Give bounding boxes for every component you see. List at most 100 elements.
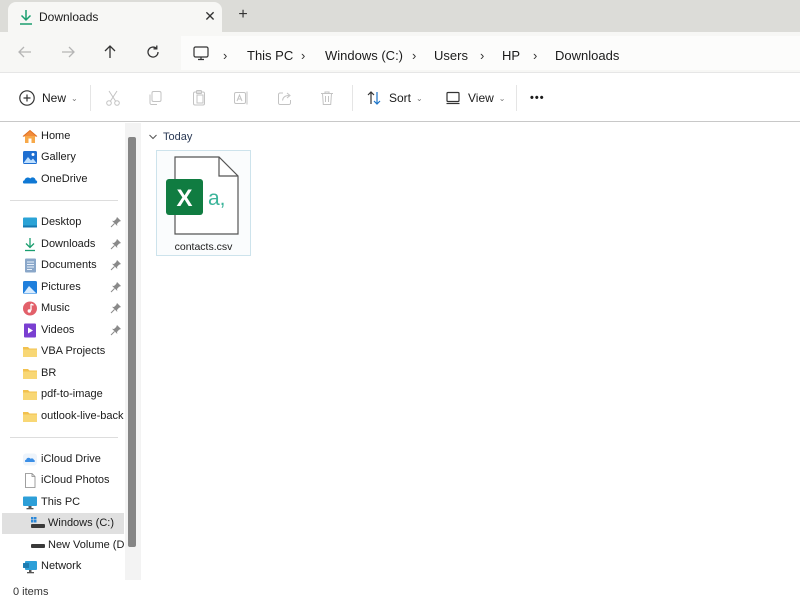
network-icon <box>22 559 38 574</box>
pin-icon[interactable] <box>110 216 122 228</box>
breadcrumb-downloads[interactable]: Downloads <box>555 48 619 63</box>
share-icon <box>278 92 291 105</box>
sidebar-item-windows-c[interactable]: Windows (C:) <box>2 513 124 534</box>
copy-button[interactable] <box>146 87 164 109</box>
close-tab-button[interactable]: ✕ <box>201 7 219 25</box>
file-item-contacts-csv[interactable]: X a, contacts.csv <box>156 150 251 256</box>
sidebar-item-pdf-to-image[interactable]: pdf-to-image <box>2 384 124 405</box>
sidebar-item-downloads[interactable]: Downloads <box>2 234 124 255</box>
tab-downloads[interactable]: Downloads ✕ <box>8 2 222 34</box>
up-button[interactable] <box>100 42 120 62</box>
scissors-icon <box>106 90 120 106</box>
more-options-button[interactable]: ••• <box>530 87 545 109</box>
breadcrumb-this-pc[interactable]: This PC <box>247 48 293 63</box>
divider <box>516 85 517 111</box>
sidebar-item-documents[interactable]: Documents <box>2 255 124 276</box>
monitor-icon[interactable] <box>192 44 210 62</box>
sort-label: Sort <box>389 91 412 105</box>
forward-button[interactable] <box>58 42 78 62</box>
clipboard-icon <box>193 90 205 106</box>
sidebar-item-vba-projects[interactable]: VBA Projects <box>2 341 124 362</box>
divider <box>90 85 91 111</box>
breadcrumb-separator[interactable]: › <box>533 48 537 63</box>
pin-icon[interactable] <box>110 324 122 336</box>
drive-icon <box>30 538 46 553</box>
paste-button[interactable] <box>190 87 208 109</box>
rename-icon <box>234 91 248 105</box>
navigation-pane: Home Gallery OneDrive Desktop Downloads … <box>0 122 142 580</box>
pin-icon[interactable] <box>110 302 122 314</box>
folder-icon <box>22 366 38 381</box>
breadcrumb-separator[interactable]: › <box>301 48 305 63</box>
divider <box>10 200 118 201</box>
refresh-button[interactable] <box>143 42 163 62</box>
new-label: New <box>42 91 67 105</box>
rename-button[interactable] <box>232 87 250 109</box>
chevron-down-icon: ⌄ <box>71 93 78 103</box>
chevron-down-icon <box>149 134 157 140</box>
breadcrumb-separator[interactable]: › <box>412 48 416 63</box>
chevron-down-icon: ⌄ <box>498 93 506 103</box>
item-count: 0 items <box>13 586 49 598</box>
breadcrumb-hp[interactable]: HP <box>502 48 520 63</box>
sidebar-item-pictures[interactable]: Pictures <box>2 277 124 298</box>
sidebar-item-home[interactable]: Home <box>2 126 124 147</box>
desktop-icon <box>22 215 38 230</box>
sidebar-item-this-pc[interactable]: This PC <box>2 492 124 513</box>
file-icon <box>22 473 38 488</box>
home-icon <box>22 129 38 144</box>
cut-button[interactable] <box>104 87 122 109</box>
view-label: View <box>468 91 494 105</box>
command-bar: New ⌄ Sort ⌄ View ⌄ ••• <box>0 72 800 122</box>
back-button[interactable] <box>15 42 35 62</box>
breadcrumb-separator[interactable]: › <box>480 48 484 63</box>
sidebar-item-br[interactable]: BR <box>2 363 124 384</box>
excel-csv-icon: X a, <box>166 156 239 235</box>
trash-icon <box>321 91 333 105</box>
sort-button[interactable]: Sort ⌄ <box>365 87 423 109</box>
file-name: contacts.csv <box>174 241 233 253</box>
divider <box>10 437 118 438</box>
sidebar-item-onedrive[interactable]: OneDrive <box>2 169 124 190</box>
pin-icon[interactable] <box>110 238 122 250</box>
csv-badge-text: a, <box>208 187 226 210</box>
breadcrumb-users[interactable]: Users <box>434 48 468 63</box>
sidebar-item-outlook-live-back[interactable]: outlook-live-back <box>2 406 124 427</box>
icloud-icon <box>22 452 38 467</box>
sidebar-scrollbar-thumb[interactable] <box>128 137 136 547</box>
delete-button[interactable] <box>318 87 336 109</box>
windows-drive-icon <box>30 516 46 531</box>
up-icon <box>104 45 116 58</box>
forward-icon <box>62 46 75 58</box>
status-bar: 0 items <box>0 580 800 602</box>
breadcrumb[interactable]: › This PC › Windows (C:) › Users › HP › … <box>181 36 800 70</box>
sidebar-item-music[interactable]: Music <box>2 298 124 319</box>
breadcrumb-separator[interactable]: › <box>223 48 227 63</box>
pin-icon[interactable] <box>110 259 122 271</box>
share-button[interactable] <box>276 87 294 109</box>
download-icon <box>18 8 34 26</box>
sidebar-item-new-volume-d[interactable]: New Volume (D: <box>2 535 127 556</box>
view-icon <box>446 91 460 105</box>
onedrive-icon <box>22 172 38 187</box>
sidebar-item-desktop[interactable]: Desktop <box>2 212 124 233</box>
videos-icon <box>22 323 38 338</box>
address-bar: › This PC › Windows (C:) › Users › HP › … <box>0 32 800 72</box>
sidebar-item-gallery[interactable]: Gallery <box>2 147 124 168</box>
sidebar-item-icloud-drive[interactable]: iCloud Drive <box>2 449 124 470</box>
pin-icon[interactable] <box>110 281 122 293</box>
group-label: Today <box>163 131 193 143</box>
new-tab-button[interactable]: + <box>234 6 252 24</box>
this-pc-icon <box>22 495 38 510</box>
file-list: Today X a, contacts.csv <box>142 122 800 580</box>
sidebar-item-network[interactable]: Network <box>2 556 124 577</box>
refresh-icon <box>147 45 159 58</box>
music-icon <box>22 301 38 316</box>
sidebar-item-icloud-photos[interactable]: iCloud Photos <box>2 470 124 491</box>
breadcrumb-windows-c[interactable]: Windows (C:) <box>325 48 403 63</box>
view-button[interactable]: View ⌄ <box>444 87 506 109</box>
chevron-down-icon: ⌄ <box>416 93 423 103</box>
sidebar-item-videos[interactable]: Videos <box>2 320 124 341</box>
group-header-today[interactable]: Today <box>148 131 192 143</box>
new-button[interactable]: New ⌄ <box>18 87 78 109</box>
